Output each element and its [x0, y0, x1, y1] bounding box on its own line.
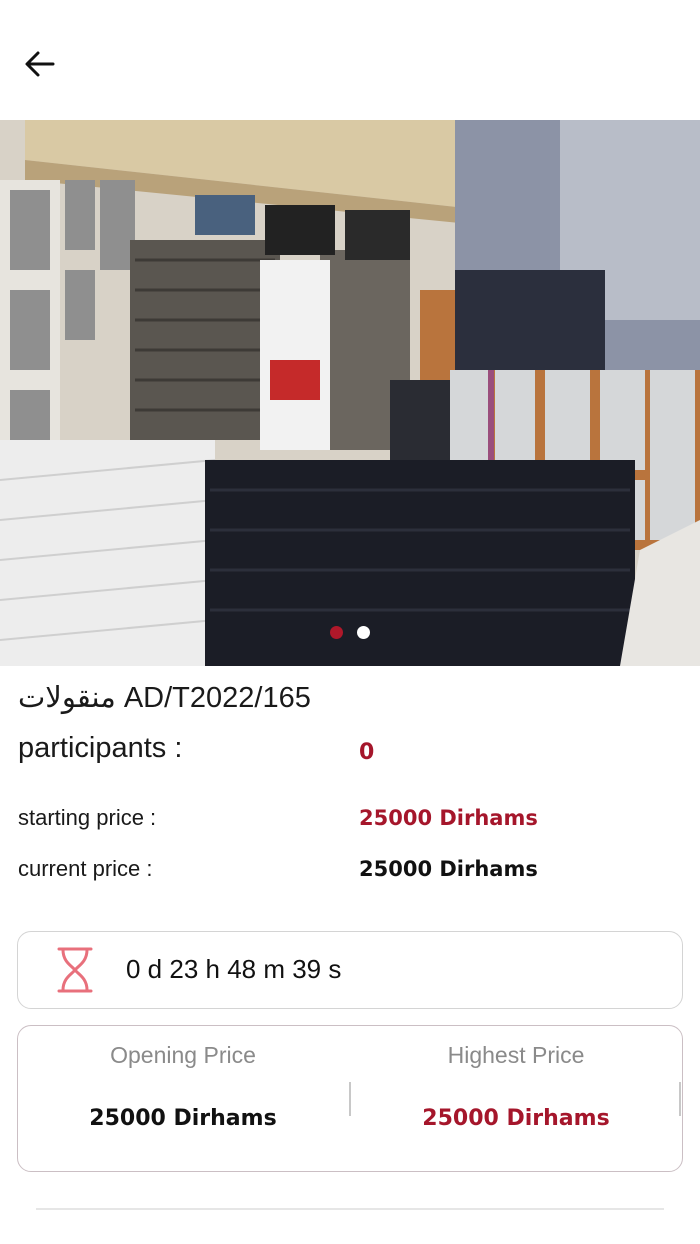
bottom-separator [36, 1208, 664, 1210]
opening-price-value: 25000 Dirhams [89, 1106, 277, 1131]
starting-price-label: starting price : [18, 805, 157, 830]
back-button[interactable] [20, 44, 60, 84]
current-price-label: current price : [18, 856, 153, 881]
opening-price-block: Opening Price 25000 Dirhams [18, 1026, 348, 1171]
listing-photo [0, 120, 700, 666]
participants-value: 0 [359, 740, 375, 765]
highest-price-label: Highest Price [447, 1042, 585, 1068]
price-summary: Opening Price 25000 Dirhams Highest Pric… [17, 1025, 683, 1172]
countdown-text: 0 d 23 h 48 m 39 s [126, 954, 342, 984]
starting-price-value: 25000 Dirhams [359, 806, 538, 830]
countdown-timer: 0 d 23 h 48 m 39 s [17, 931, 683, 1009]
gallery-pagination [0, 626, 700, 639]
gallery-dot-1[interactable] [330, 626, 343, 639]
opening-price-label: Opening Price [110, 1042, 256, 1068]
highest-price-value: 25000 Dirhams [422, 1106, 610, 1131]
current-price-value: 25000 Dirhams [359, 857, 538, 881]
highest-price-block: Highest Price 25000 Dirhams [351, 1026, 681, 1171]
image-gallery[interactable] [0, 120, 700, 666]
gallery-dot-2[interactable] [357, 626, 370, 639]
listing-title: منقولات AD/T2022/165 [18, 682, 311, 714]
price-edge-divider [679, 1082, 681, 1116]
top-bar [0, 0, 700, 120]
participants-label: participants : [18, 732, 183, 764]
arrow-left-icon [25, 51, 55, 77]
hourglass-icon [57, 947, 93, 993]
